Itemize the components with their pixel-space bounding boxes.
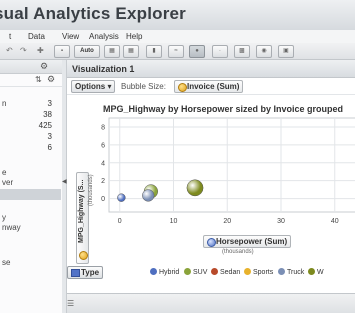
legend-item-truck[interactable]: Truck [278,268,304,276]
data-panel: ⚙ ⇅ ⚙ n 3 38 425 3 6 e ver y nway se [0,60,63,313]
legend-label: Truck [287,269,305,276]
geo-map-button[interactable]: ◉ [256,45,272,58]
legend-item-sports[interactable]: Sports [244,268,273,276]
x-tick-label: 20 [223,218,231,225]
sort-icon[interactable]: ⇅ [35,75,42,84]
selected-data-item[interactable] [0,189,61,200]
legend-type-label: Type [81,268,100,277]
data-item-count: 6 [47,143,52,152]
x-axis-field-label: Horsepower (Sum) [216,237,288,246]
redo-icon[interactable]: ↷ [20,45,27,56]
options-icon[interactable]: ⚙ [47,74,55,85]
x-tick-label: 30 [277,218,285,225]
menu-bar: t Data View Analysis Help [0,30,355,43]
measure-icon [207,238,216,247]
data-item[interactable]: y [2,213,6,222]
table-chart-button[interactable]: ▦ [104,45,120,58]
details-bar: ☰ [67,293,355,313]
data-panel-header: ⚙ [0,60,62,74]
legend-label: SUV [193,269,208,276]
legend-swatch [184,268,191,275]
legend-item-w[interactable]: W [308,268,324,276]
y-tick-label: 4 [101,160,105,167]
legend: Type Hybrid SUV Sedan Sports Truck W [67,264,355,279]
x-axis-field[interactable]: Horsepower (Sum) [203,235,292,248]
menu-view[interactable]: View [62,32,79,41]
visualization-panel: Visualization 1 Options ▾ Bubble Size: I… [67,60,355,313]
panel-settings-icon[interactable]: ⚙ [40,61,48,72]
bubble-truck [142,189,155,202]
window-title: sual Analytics Explorer [0,4,186,23]
x-tick-label: 0 [118,218,122,225]
x-tick-label: 10 [170,218,178,225]
legend-type-button[interactable]: Type [67,266,104,279]
line-chart-button[interactable]: ≈ [168,45,184,58]
legend-item-hybrid[interactable]: Hybrid [150,268,179,276]
heatmap-button[interactable]: ▩ [234,45,250,58]
data-item[interactable]: e [2,168,6,177]
legend-label: W [317,269,324,276]
legend-swatch [244,268,251,275]
toolbar: ↶ ↷ ✚ ▪ Auto ▦ ▦ ▮ ≈ ● ∙ ▩ ◉ ▣ [0,43,355,60]
x-axis-unit: (thousands) [222,249,254,255]
treemap-button[interactable]: ▣ [278,45,294,58]
bar-chart-button[interactable]: ▮ [146,45,162,58]
y-tick-label: 2 [101,178,105,185]
bubble-chart-button[interactable]: ● [189,45,205,58]
bubble-hybrid [117,193,126,202]
data-item[interactable]: nway [2,223,21,232]
menu-analysis[interactable]: Analysis [89,32,119,41]
title-bar: sual Analytics Explorer [0,0,355,31]
move-icon[interactable]: ✚ [37,45,44,56]
crosstab-button[interactable]: ▦ [123,45,139,58]
data-item-count: 38 [43,110,52,119]
grid-toggle-button[interactable]: ▪ [54,45,70,58]
resize-grip-icon[interactable]: ☰ [67,299,74,308]
x-tick-label: 40 [331,218,339,225]
app-window: sual Analytics Explorer t Data View Anal… [0,0,355,313]
data-item[interactable]: se [2,258,10,267]
data-item-count: 3 [47,132,52,141]
undo-icon[interactable]: ↶ [6,45,13,56]
legend-label: Sports [253,269,274,276]
y-tick-label: 0 [101,196,105,203]
data-item-label: n [2,99,7,108]
type-icon [71,269,80,277]
menu-help[interactable]: Help [126,32,142,41]
legend-item-sedan[interactable]: Sedan [211,268,240,276]
legend-swatch [308,268,315,275]
data-item-count: 3 [47,99,52,108]
legend-swatch [278,268,285,275]
data-item-count: 425 [38,121,52,130]
menu-file[interactable]: t [9,32,11,41]
scatter-button[interactable]: ∙ [212,45,228,58]
auto-button[interactable]: Auto [74,45,100,58]
legend-label: Sedan [220,269,241,276]
data-item[interactable]: ver [2,178,13,187]
collapse-arrow-icon[interactable]: ◀ [62,178,67,185]
menu-data[interactable]: Data [28,32,45,41]
legend-swatch [150,268,157,275]
y-tick-label: 8 [101,124,105,131]
legend-label: Hybrid [159,269,180,276]
y-tick-label: 6 [101,142,105,149]
data-panel-subheader: ⇅ ⚙ [0,74,62,87]
legend-swatch [211,268,218,275]
legend-item-suv[interactable]: SUV [184,268,207,276]
bubble-w [186,179,204,197]
